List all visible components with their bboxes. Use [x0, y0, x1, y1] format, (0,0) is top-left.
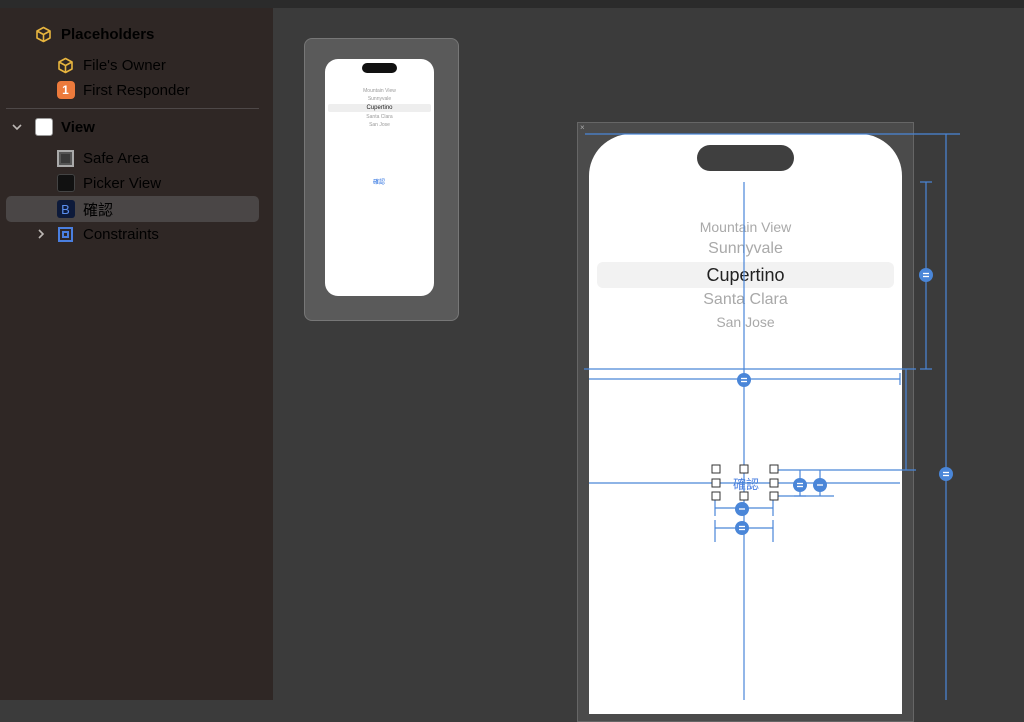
resize-handle: [711, 491, 721, 501]
resize-handle: [739, 464, 749, 474]
equal-badge-icon: [813, 478, 827, 492]
resize-handle: [769, 464, 779, 474]
equal-constraint-badges: [735, 268, 953, 535]
resize-handle: [739, 491, 749, 501]
equal-badge-icon: [793, 478, 807, 492]
resize-handle: [711, 464, 721, 474]
equal-badge-icon: [735, 521, 749, 535]
constraints-overlay: [584, 133, 960, 700]
equal-badge-icon: [737, 373, 751, 387]
equal-badge-icon: [939, 467, 953, 481]
equal-badge-icon: [919, 268, 933, 282]
equal-badge-icon: [735, 502, 749, 516]
resize-handle: [769, 491, 779, 501]
resize-handle: [769, 478, 779, 488]
resize-handle: [711, 478, 721, 488]
